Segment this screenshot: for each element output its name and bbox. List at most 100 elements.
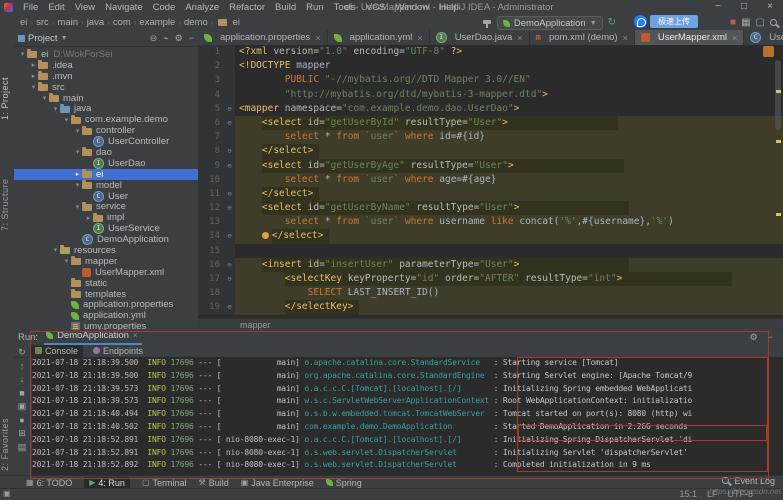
tree-item-model[interactable]: ▾model bbox=[14, 180, 198, 191]
tree-arrow-icon[interactable]: ▾ bbox=[40, 94, 49, 102]
screenshot-icon[interactable]: ▣ bbox=[18, 402, 27, 411]
tool-stripe-structure[interactable]: 7: Structure bbox=[0, 170, 14, 240]
run-config-selector[interactable]: DemoApplication ▼ bbox=[497, 16, 603, 30]
menu-build[interactable]: Build bbox=[270, 2, 301, 13]
tree-item-mapper[interactable]: ▾mapper bbox=[14, 256, 198, 267]
toolwindow-button-build[interactable]: ⚒Build bbox=[199, 477, 229, 489]
menu-code[interactable]: Code bbox=[148, 2, 181, 13]
breadcrumb-item-src[interactable]: src bbox=[34, 17, 51, 28]
restart-icon[interactable]: ● bbox=[19, 416, 24, 425]
tree-item-application-properties[interactable]: application.properties bbox=[14, 299, 198, 310]
tree-arrow-icon[interactable]: ▾ bbox=[62, 257, 71, 265]
menu-refactor[interactable]: Refactor bbox=[224, 2, 270, 13]
tree-arrow-icon[interactable]: ▸ bbox=[73, 170, 82, 178]
close-icon[interactable]: × bbox=[623, 33, 628, 43]
fold-marker-icon[interactable]: ⊖ bbox=[224, 102, 235, 116]
breadcrumb-item-java[interactable]: java bbox=[85, 17, 106, 28]
tree-arrow-icon[interactable]: ▾ bbox=[29, 83, 38, 91]
tree-arrow-icon[interactable]: ▾ bbox=[73, 203, 82, 211]
tree-item-application-yml[interactable]: application.yml bbox=[14, 310, 198, 321]
menu-view[interactable]: View bbox=[70, 2, 100, 13]
breadcrumb-item-example[interactable]: example bbox=[137, 17, 177, 28]
fold-marker-icon[interactable]: ⊖ bbox=[224, 144, 235, 158]
fold-marker-icon[interactable]: ⊖ bbox=[224, 272, 235, 286]
close-icon[interactable]: × bbox=[315, 33, 320, 43]
tab-console[interactable]: Console bbox=[30, 345, 83, 357]
stop-button[interactable]: ■ bbox=[730, 18, 736, 28]
breadcrumb-item-ei[interactable]: ei bbox=[18, 17, 29, 28]
editor-tab-usermapper-xml[interactable]: UserMapper.xml× bbox=[635, 30, 744, 45]
toolwindow-button-4-run[interactable]: ▶4: Run bbox=[84, 477, 130, 489]
run-manager-icon[interactable]: ▦ bbox=[741, 18, 750, 28]
menu-edit[interactable]: Edit bbox=[43, 2, 69, 13]
fold-marker-icon[interactable]: ⊖ bbox=[224, 187, 235, 201]
layout-icon[interactable]: ▢ bbox=[756, 18, 765, 28]
tree-arrow-icon[interactable]: ▾ bbox=[73, 127, 82, 135]
tree-item-com-example-demo[interactable]: ▾com.example.demo bbox=[14, 114, 198, 125]
tree-arrow-icon[interactable]: ▾ bbox=[62, 116, 71, 124]
search-everywhere-icon[interactable] bbox=[770, 19, 779, 28]
rerun-button[interactable]: ↻ bbox=[608, 18, 616, 28]
maximize-button[interactable]: □ bbox=[731, 0, 757, 15]
code-editor[interactable]: 1<?xml version="1.0" encoding="UTF-8" ?>… bbox=[198, 45, 783, 318]
fold-marker-icon[interactable]: ⊖ bbox=[224, 201, 235, 215]
tree-arrow-icon[interactable]: ▸ bbox=[29, 72, 38, 80]
editor-scrollbar[interactable] bbox=[775, 60, 781, 130]
tree-item-userdao[interactable]: IUserDao bbox=[14, 158, 198, 169]
tree-item-demoapplication[interactable]: CDemoApplication bbox=[14, 234, 198, 245]
inspection-status-icon[interactable] bbox=[763, 46, 774, 57]
toolwindow-button-6-todo[interactable]: ▦6: TODO bbox=[26, 477, 72, 489]
tool-stripe-favorites[interactable]: 2: Favorites bbox=[0, 412, 14, 476]
tree-item-controller[interactable]: ▾controller bbox=[14, 125, 198, 136]
soft-wrap-icon[interactable]: ▤ bbox=[18, 443, 27, 452]
editor-tab-user-java[interactable]: CUser.java× bbox=[744, 30, 783, 45]
editor-tab-pom-xml-demo-[interactable]: mpom.xml (demo)× bbox=[530, 30, 635, 45]
tree-item-ei[interactable]: ▾eiD:\WokForSei bbox=[14, 49, 198, 60]
tree-item--mvn[interactable]: ▸.mvn bbox=[14, 71, 198, 82]
close-icon[interactable]: × bbox=[417, 33, 422, 43]
tree-item-impl[interactable]: ▸impl bbox=[14, 212, 198, 223]
fold-marker-icon[interactable]: ⊖ bbox=[224, 229, 235, 243]
tree-item-resources[interactable]: ▾resources bbox=[14, 245, 198, 256]
statement-marker-icon[interactable] bbox=[262, 232, 269, 239]
tree-arrow-icon[interactable]: ▾ bbox=[51, 246, 60, 254]
toolwindow-button-terminal[interactable]: ▢Terminal bbox=[142, 477, 187, 489]
tree-item-src[interactable]: ▾src bbox=[14, 82, 198, 93]
settings-gear-icon[interactable]: ⚙ bbox=[750, 332, 758, 343]
toolwindow-button-java-enterprise[interactable]: ▣Java Enterprise bbox=[241, 477, 314, 489]
fold-marker-icon[interactable]: ⊖ bbox=[224, 300, 235, 314]
tree-item-java[interactable]: ▾java bbox=[14, 103, 198, 114]
tree-item-service[interactable]: ▾service bbox=[14, 201, 198, 212]
fold-marker-icon[interactable]: ⊖ bbox=[224, 116, 235, 130]
hide-panel-icon[interactable]: − bbox=[189, 33, 194, 43]
editor-tab-userdao-java[interactable]: IUserDao.java× bbox=[430, 30, 530, 45]
run-tab-demoapplication[interactable]: DemoApplication × bbox=[44, 329, 142, 345]
close-icon[interactable]: × bbox=[517, 33, 522, 43]
toolwindow-button-spring[interactable]: Spring bbox=[326, 477, 362, 489]
breadcrumb-item-ei[interactable]: ei bbox=[230, 17, 241, 28]
menu-analyze[interactable]: Analyze bbox=[180, 2, 224, 13]
settings-gear-icon[interactable]: ⚙ bbox=[175, 33, 183, 44]
locate-file-icon[interactable]: ⊖ bbox=[150, 33, 158, 44]
tool-window-toggle-icon[interactable]: ▣ bbox=[3, 489, 11, 498]
pin-icon[interactable]: ⊞ bbox=[18, 429, 26, 438]
project-view-chevron-icon[interactable]: ▼ bbox=[61, 35, 68, 42]
minimize-button[interactable]: − bbox=[705, 0, 731, 15]
tree-item-user[interactable]: CUser bbox=[14, 191, 198, 202]
menu-file[interactable]: File bbox=[18, 2, 43, 13]
tree-arrow-icon[interactable]: ▸ bbox=[84, 214, 93, 222]
tree-item-dao[interactable]: ▾dao bbox=[14, 147, 198, 158]
fold-marker-icon[interactable]: ⊖ bbox=[224, 258, 235, 272]
tree-item-templates[interactable]: templates bbox=[14, 289, 198, 300]
tree-arrow-icon[interactable]: ▾ bbox=[18, 50, 27, 58]
tree-item-usermapper-xml[interactable]: UserMapper.xml bbox=[14, 267, 198, 278]
editor-tab-application-properties[interactable]: application.properties× bbox=[198, 30, 328, 45]
build-hammer-icon[interactable] bbox=[482, 18, 492, 28]
stop-icon[interactable]: ■ bbox=[19, 389, 24, 398]
editor-tab-application-yml[interactable]: application.yml× bbox=[328, 30, 430, 45]
collapse-all-icon[interactable]: ⌁ bbox=[163, 33, 168, 44]
breadcrumb-item-com[interactable]: com bbox=[111, 17, 133, 28]
tree-item--idea[interactable]: ▸.idea bbox=[14, 60, 198, 71]
breadcrumb-item-demo[interactable]: demo bbox=[182, 17, 210, 28]
close-icon[interactable]: × bbox=[732, 33, 737, 43]
